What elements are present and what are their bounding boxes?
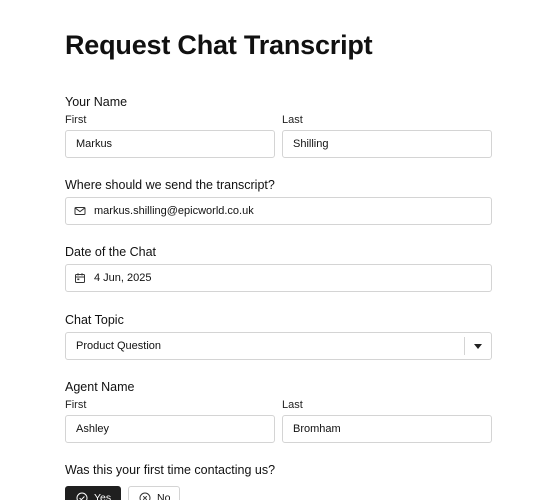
- mail-icon: [74, 205, 86, 217]
- email-field[interactable]: markus.shilling@epicworld.co.uk: [65, 197, 492, 225]
- select-divider: [464, 337, 465, 355]
- email-label: Where should we send the transcript?: [65, 178, 275, 192]
- transcript-request-form: Request Chat Transcript Your Name First …: [0, 0, 550, 500]
- chat-topic-select[interactable]: Product Question: [65, 332, 492, 360]
- no-button[interactable]: No: [128, 486, 180, 500]
- yes-button[interactable]: Yes: [65, 486, 121, 500]
- last-name-sublabel: Last: [282, 114, 303, 126]
- agent-last-name-input[interactable]: Bromham: [282, 415, 492, 443]
- first-time-label: Was this your first time contacting us?: [65, 463, 276, 477]
- chat-date-label: Date of the Chat: [65, 245, 157, 259]
- first-name-sublabel: First: [65, 114, 87, 126]
- first-name-input[interactable]: Markus: [65, 130, 275, 158]
- your-name-label: Your Name: [65, 95, 128, 109]
- calendar-icon: [74, 272, 86, 284]
- page-title: Request Chat Transcript: [65, 30, 373, 60]
- chat-date-value: 4 Jun, 2025: [94, 272, 152, 284]
- first-name-value: Markus: [76, 138, 113, 150]
- check-circle-icon: [76, 492, 88, 500]
- chat-date-field[interactable]: 4 Jun, 2025: [65, 264, 492, 292]
- agent-last-name-value: Bromham: [293, 423, 341, 435]
- agent-first-sublabel: First: [65, 399, 87, 411]
- agent-name-label: Agent Name: [65, 380, 135, 394]
- chevron-down-icon[interactable]: [474, 344, 482, 349]
- chat-topic-label: Chat Topic: [65, 313, 124, 327]
- last-name-input[interactable]: Shilling: [282, 130, 492, 158]
- no-button-label: No: [157, 492, 171, 500]
- agent-first-name-value: Ashley: [76, 423, 110, 435]
- yes-button-label: Yes: [94, 492, 112, 500]
- email-value: markus.shilling@epicworld.co.uk: [94, 205, 254, 217]
- chat-topic-selected-value: Product Question: [76, 340, 161, 352]
- agent-last-sublabel: Last: [282, 399, 303, 411]
- agent-first-name-input[interactable]: Ashley: [65, 415, 275, 443]
- x-circle-icon: [139, 492, 151, 500]
- last-name-value: Shilling: [293, 138, 329, 150]
